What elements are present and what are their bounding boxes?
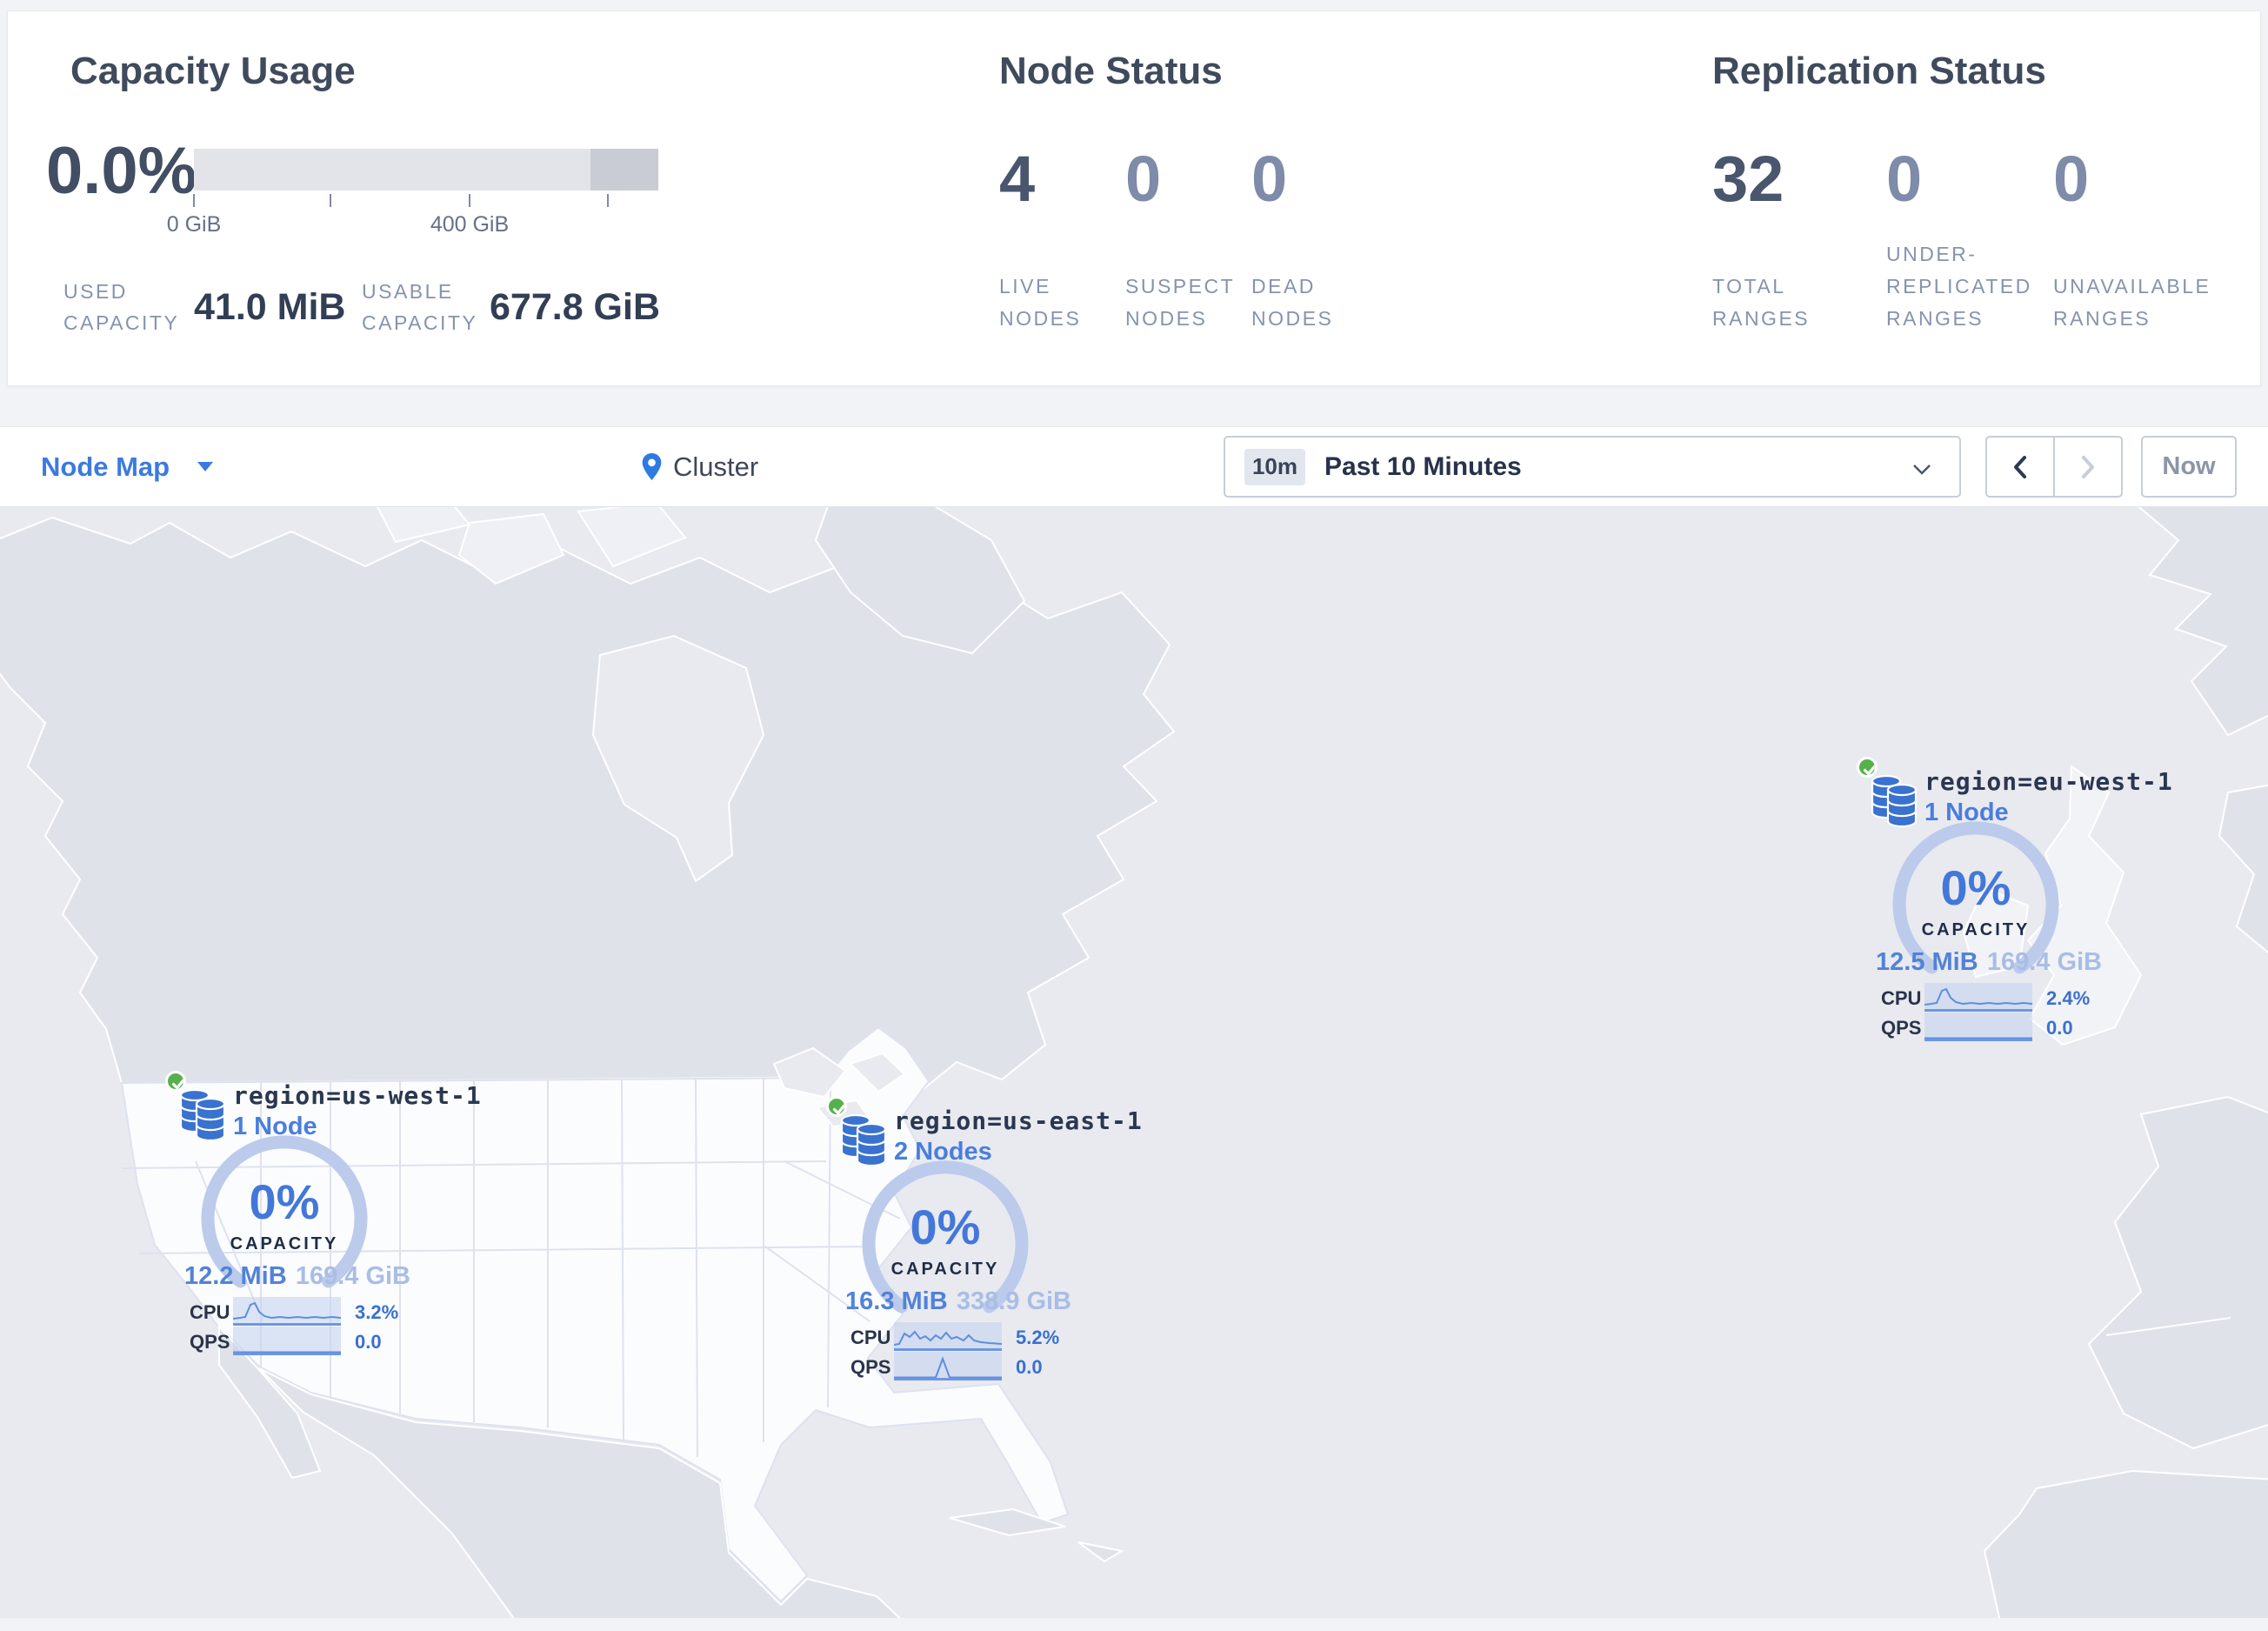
total-capacity-value: 169.4 GiB [295,1262,410,1290]
used-capacity-value: 12.2 MiB [184,1262,287,1290]
dead-nodes-label: DEAD NODES [1251,275,1334,330]
region-label: region=us-east-1 [894,1106,1143,1135]
chevron-down-icon [1913,465,1931,475]
cpu-label: CPU [190,1301,230,1323]
breadcrumb[interactable]: Cluster [641,427,758,506]
chevron-right-icon [2082,455,2094,478]
caret-down-icon [197,462,214,471]
region-label: region=us-west-1 [233,1081,482,1110]
capacity-percent: 0% [910,1200,981,1254]
qps-sparkline [894,1352,1002,1380]
step-back-button[interactable] [1987,438,2055,496]
axis-tick [607,194,609,207]
suspect-nodes-count: 0 [1125,143,1162,215]
region-marker-us-east-1[interactable]: region=us-east-1 2 Nodes 0% CAPACITY 16.… [826,1096,1143,1388]
used-capacity-value: 41.0 MiB [194,286,346,328]
axis-tick-label: 400 GiB [430,212,510,237]
chevron-left-icon [2014,455,2026,478]
capacity-percent: 0.0% [46,134,197,208]
scandinavia [2138,507,2268,737]
qps-value: 0.0 [355,1331,382,1353]
capacity-caption: CAPACITY [230,1234,339,1253]
map-pin-icon [642,453,662,480]
region-label: region=eu-west-1 [1924,767,2173,796]
total-ranges-label: TOTAL RANGES [1712,275,1811,330]
step-forward-button[interactable] [2055,438,2121,496]
unavailable-ranges-label: UNAVAILABLE RANGES [2053,275,2211,330]
qps-value: 0.0 [2046,1017,2073,1039]
total-ranges-count: 32 [1712,143,1784,215]
axis-tick-label: 0 GiB [166,212,222,237]
capacity-bar-unusable-segment [590,149,658,191]
breadcrumb-label: Cluster [673,451,759,482]
qps-sparkline [1924,1013,2032,1041]
used-capacity-value: 12.5 MiB [1876,948,1978,976]
cpu-sparkline [233,1297,341,1326]
france-iberia [2087,1095,2268,1450]
capacity-bar [194,149,658,191]
qps-label: QPS [850,1356,891,1378]
view-selector-label: Node Map [41,451,170,482]
cockroachdb-cluster-overview: Capacity Usage 0.0% 0 GiB 400 GiB USED C… [0,0,2268,1631]
time-range-badge: 10m [1244,448,1305,485]
world-map [0,507,2268,1618]
cpu-sparkline [894,1322,1002,1351]
axis-tick [193,194,195,207]
time-range-dropdown[interactable]: 10m Past 10 Minutes [1224,436,1961,498]
usable-capacity-label: USABLE CAPACITY [362,280,478,334]
qps-value: 0.0 [1016,1356,1043,1378]
qps-label: QPS [190,1331,230,1353]
axis-tick [330,194,331,207]
dead-nodes-count: 0 [1251,143,1288,215]
replication-status-title: Replication Status [1712,50,2046,92]
under-replicated-ranges-label: UNDER-REPLICATED RANGES [1886,243,2032,330]
region-marker-eu-west-1[interactable]: region=eu-west-1 1 Node 0% CAPACITY 12.5… [1857,757,2173,1049]
capacity-caption: CAPACITY [1921,920,2031,939]
cpu-value: 3.2% [355,1301,399,1323]
time-range-label: Past 10 Minutes [1324,451,1522,481]
cpu-value: 2.4% [2046,987,2091,1009]
node-map[interactable]: region=us-west-1 1 Node 0% CAPACITY 12.2… [0,507,2268,1618]
used-capacity-value: 16.3 MiB [845,1287,948,1315]
suspect-nodes-label: SUSPECT NODES [1125,275,1235,330]
region-marker-us-west-1[interactable]: region=us-west-1 1 Node 0% CAPACITY 12.2… [165,1071,482,1363]
used-capacity-label: USED CAPACITY [63,280,180,334]
axis-tick [469,194,470,207]
time-step-buttons [1985,436,2123,498]
total-capacity-value: 169.4 GiB [1986,948,2102,976]
capacity-caption: CAPACITY [891,1260,1000,1279]
capacity-percent: 0% [1940,860,2011,915]
landmass-europe [1962,507,2268,1618]
capacity-percent: 0% [249,1174,320,1229]
qps-sparkline [233,1327,341,1355]
capacity-usage-title: Capacity Usage [70,50,356,92]
unavailable-ranges-count: 0 [2053,143,2090,215]
usable-capacity-value: 677.8 GiB [490,286,660,328]
under-replicated-ranges-count: 0 [1886,143,1923,215]
qps-label: QPS [1881,1017,1922,1039]
cpu-sparkline [1924,983,2032,1012]
live-nodes-label: LIVE NODES [999,275,1082,330]
now-button[interactable]: Now [2141,436,2237,498]
cluster-summary-card: Capacity Usage 0.0% 0 GiB 400 GiB USED C… [7,10,2261,386]
live-nodes-count: 4 [999,143,1036,215]
view-selector-dropdown[interactable]: Node Map [41,427,214,506]
cpu-label: CPU [850,1327,891,1348]
node-status-title: Node Status [999,50,1223,92]
cpu-label: CPU [1881,987,1922,1009]
cpu-value: 5.2% [1016,1327,1060,1348]
total-capacity-value: 338.9 GiB [956,1287,1071,1315]
landmass-north-america [0,507,1176,1093]
north-africa [1983,1469,2268,1618]
